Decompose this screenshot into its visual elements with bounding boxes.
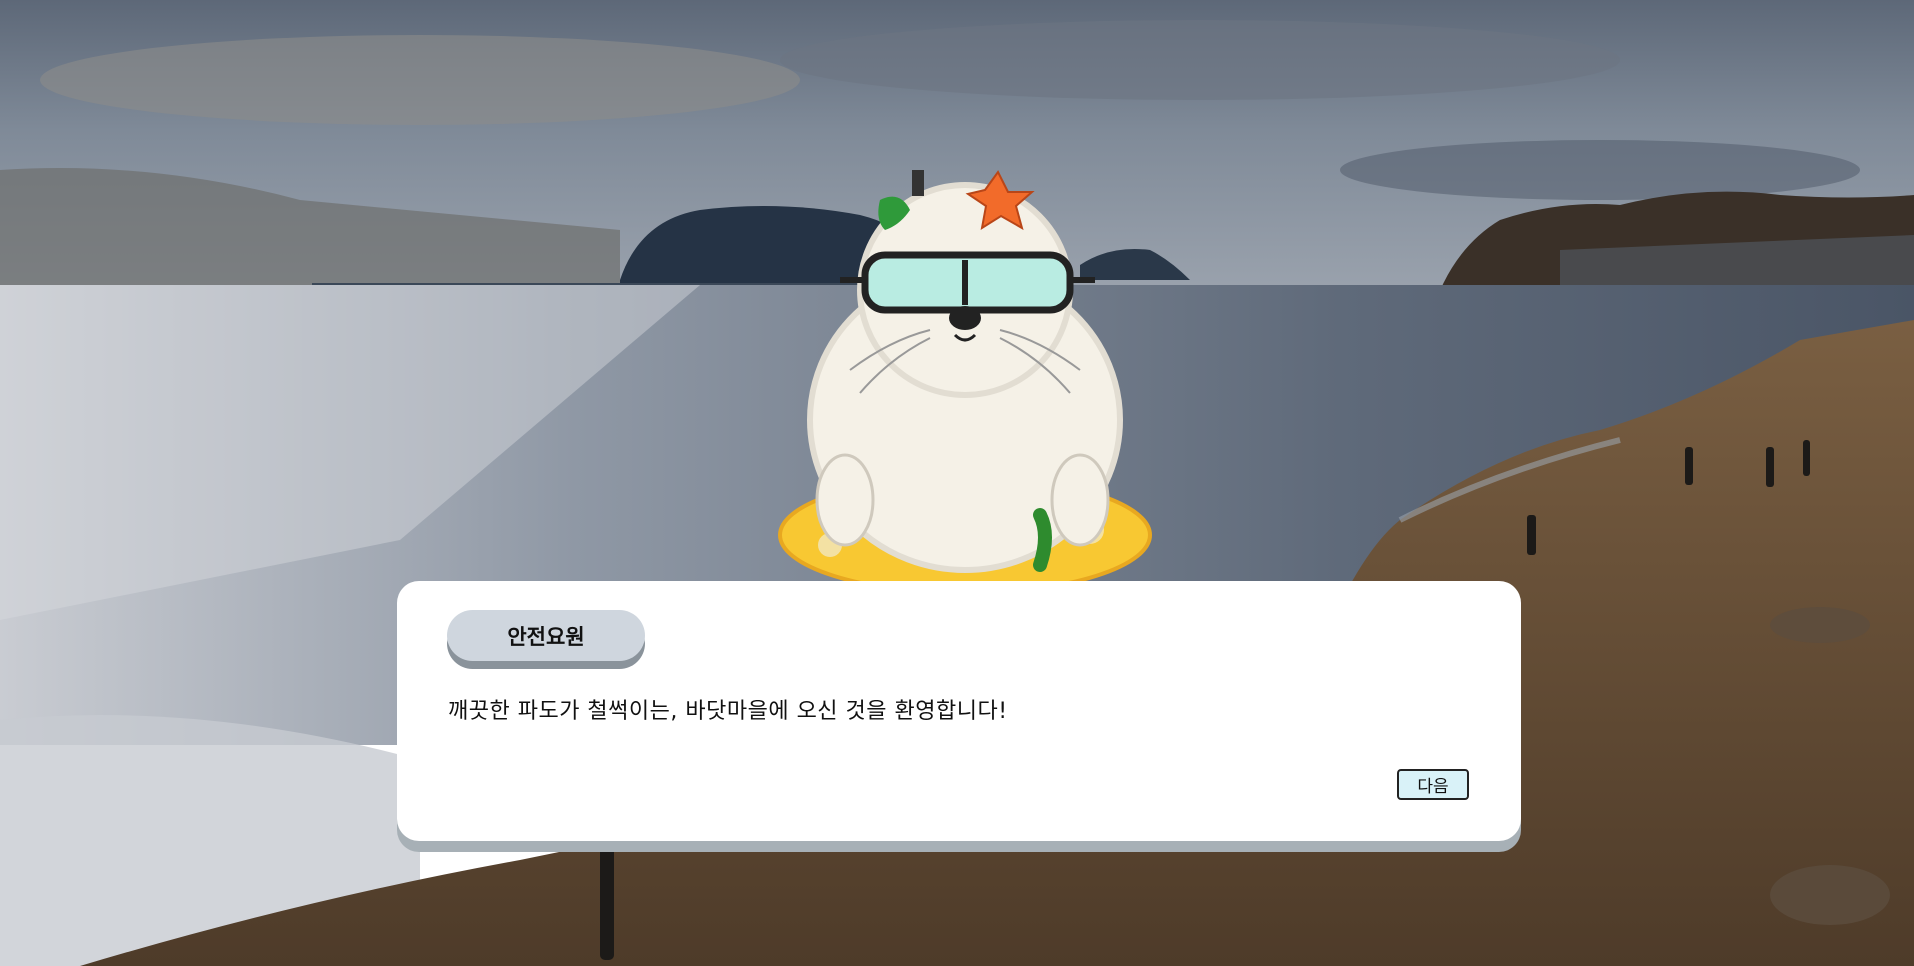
seal-lifeguard-character: [778, 170, 1152, 590]
next-button[interactable]: 다음: [1397, 769, 1469, 800]
dialogue-box: 안전요원 깨끗한 파도가 철썩이는, 바닷마을에 오신 것을 환영합니다! 다음: [397, 581, 1521, 841]
speaker-name-tag: 안전요원: [447, 610, 645, 661]
dialogue-text: 깨끗한 파도가 철썩이는, 바닷마을에 오신 것을 환영합니다!: [448, 699, 1008, 724]
